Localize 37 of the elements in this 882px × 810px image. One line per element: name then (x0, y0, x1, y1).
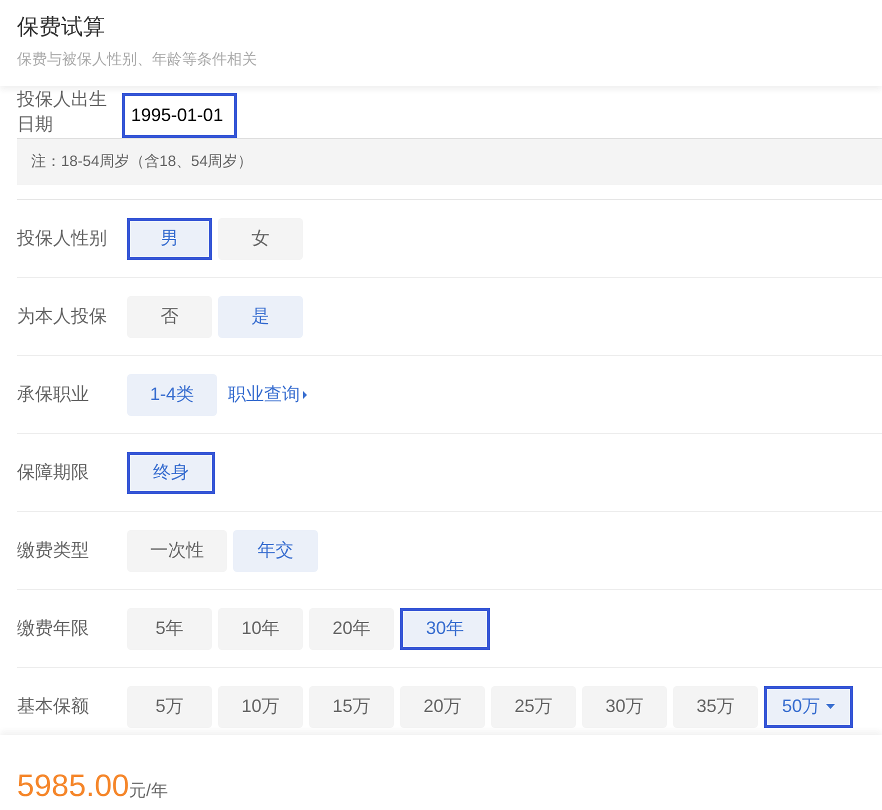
option-button[interactable]: 一次性 (127, 530, 227, 572)
option-button[interactable]: 20年 (309, 608, 394, 650)
age-note: 注：18-54周岁（含18、54周岁） (17, 138, 882, 185)
occupation-link[interactable]: 职业查询 (228, 381, 308, 408)
field-label: 承保职业 (17, 383, 90, 406)
option-button[interactable]: 35万 (673, 686, 758, 728)
option-button[interactable]: 男 (127, 218, 212, 260)
page-title: 保费试算 (17, 13, 106, 41)
option-button[interactable]: 30年 (400, 608, 490, 650)
option-button[interactable]: 10万 (218, 686, 303, 728)
option-button[interactable]: 女 (218, 218, 303, 260)
option-button[interactable]: 10年 (218, 608, 303, 650)
field-label: 保障期限 (17, 461, 90, 484)
date-field[interactable]: 1995-01-01 (122, 93, 237, 138)
field-label: 缴费年限 (17, 617, 90, 640)
price-amount: 5985.00 (17, 767, 130, 805)
option-button[interactable]: 20万 (400, 686, 485, 728)
option-button[interactable]: 30万 (582, 686, 667, 728)
field-label: 投保人性别 (17, 227, 108, 250)
option-button[interactable]: 否 (127, 296, 212, 338)
page-subtitle: 保费与被保人性别、年龄等条件相关 (17, 50, 258, 70)
field-label: 缴费类型 (17, 539, 90, 562)
option-button[interactable]: 1-4类 (127, 374, 218, 416)
field-label: 为本人投保 (17, 305, 108, 328)
field-label: 投保人出生日期 (17, 88, 108, 136)
caret-icon (303, 390, 308, 398)
option-button[interactable]: 是 (218, 296, 303, 338)
option-button[interactable]: 终身 (127, 452, 215, 494)
option-button[interactable]: 5年 (127, 608, 212, 650)
option-button[interactable]: 15万 (309, 686, 394, 728)
caret-icon (826, 704, 836, 709)
field-label: 基本保额 (17, 695, 90, 718)
option-button[interactable]: 5万 (127, 686, 212, 728)
price-unit: 元/年 (129, 780, 168, 802)
amount-dropdown[interactable]: 50万 (764, 686, 853, 728)
option-button[interactable]: 25万 (491, 686, 576, 728)
option-button[interactable]: 年交 (233, 530, 318, 572)
